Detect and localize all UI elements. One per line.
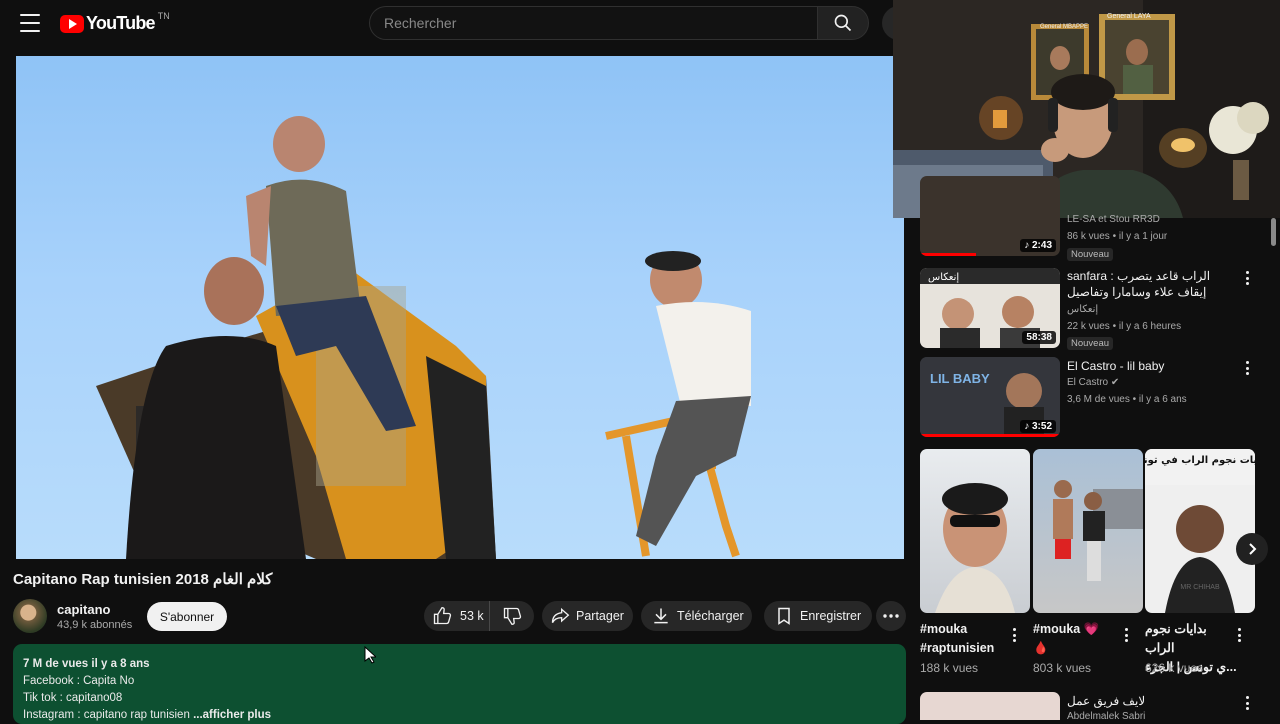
subscribe-button[interactable]: S'abonner: [147, 602, 227, 631]
sidebar-video-meta: 3,6 M de vues • il y a 6 ans: [1067, 394, 1187, 405]
short-options-button[interactable]: [1238, 628, 1242, 642]
short-thumbnail[interactable]: [1033, 449, 1143, 613]
sidebar-video-thumbnail[interactable]: [920, 692, 1060, 720]
sidebar-video-title[interactable]: El Castro - lil baby: [1067, 358, 1237, 374]
share-label: Partager: [576, 609, 624, 623]
new-badge: Nouveau: [1067, 248, 1114, 261]
save-label: Enregistrer: [800, 609, 862, 623]
short-image: [1053, 480, 1143, 581]
youtube-logo[interactable]: YouTube TN: [60, 11, 170, 34]
description-line: Facebook : Capita No: [23, 675, 135, 687]
svg-text:إنعكاس: إنعكاس: [928, 272, 959, 283]
description-box[interactable]: 7 M de vues il y a 8 ans Facebook : Capi…: [13, 644, 906, 724]
bookmark-icon: [778, 607, 790, 625]
video-frame: [96, 116, 751, 559]
svg-text:MR CHIHAB: MR CHIHAB: [1180, 584, 1220, 591]
frame-caption: General LAYA: [1107, 13, 1151, 20]
new-badge: Nouveau: [1067, 337, 1114, 350]
svg-text:بدايات نجوم الراب في تونس: بدايات نجوم الراب في تونس: [1145, 455, 1255, 466]
frame-caption: General MBAPPE: [1040, 24, 1088, 30]
video-title: Capitano Rap tunisien 2018 كلام الغام: [13, 571, 273, 588]
sidebar-video-channel[interactable]: Abdelmalek Sabri: [1067, 711, 1145, 722]
svg-text:LIL BABY: LIL BABY: [930, 371, 990, 386]
short-title[interactable]: #mouka #raptunisien: [920, 620, 1010, 658]
share-button[interactable]: Partager: [542, 601, 633, 631]
more-actions-button[interactable]: [876, 601, 906, 631]
verified-icon: ✔: [1110, 377, 1120, 388]
thumbs-down-icon: [503, 607, 522, 626]
show-more-link[interactable]: ...afficher plus: [193, 709, 271, 721]
duration-badge: ♪ 2:43: [1020, 239, 1056, 252]
youtube-play-icon: [60, 14, 84, 33]
download-icon: [654, 608, 668, 624]
search-button[interactable]: [817, 6, 869, 40]
sidebar-video-channel[interactable]: LE-SA et Stou RR3D: [1067, 214, 1160, 225]
short-views: 803 k vues: [1033, 661, 1092, 675]
sidebar-video-title[interactable]: لايف فريق عمل: [1067, 693, 1237, 709]
video-player[interactable]: [16, 56, 904, 559]
video-options-button[interactable]: [1246, 696, 1250, 710]
short-title[interactable]: #mouka 💗 🩸: [1033, 620, 1123, 658]
more-horizontal-icon: [883, 614, 899, 618]
short-thumbnail[interactable]: بدايات نجوم الراب في تونس MR CHIHAB: [1145, 449, 1255, 613]
channel-avatar[interactable]: [13, 599, 47, 633]
description-line: Tik tok : capitano08: [23, 692, 123, 704]
sidebar-scrollbar[interactable]: [1271, 218, 1276, 246]
view-count-date: 7 M de vues il y a 8 ans: [23, 658, 150, 670]
shorts-next-button[interactable]: [1236, 533, 1268, 565]
sidebar-video-channel[interactable]: El Castro ✔: [1067, 377, 1119, 388]
short-views: 188 k vues: [920, 661, 979, 675]
thumbs-up-icon: [433, 606, 452, 625]
short-thumbnail[interactable]: [920, 449, 1030, 613]
like-count: 53 k: [460, 609, 484, 623]
channel-name[interactable]: capitano: [57, 602, 110, 617]
menu-icon[interactable]: [20, 14, 40, 32]
search-input[interactable]: Rechercher: [369, 6, 817, 40]
description-line: Instagram : capitano rap tunisien: [23, 709, 190, 721]
chevron-right-icon: [1249, 543, 1257, 555]
sidebar-video-thumbnail[interactable]: ♪ 2:43: [920, 176, 1060, 256]
sidebar-video-channel[interactable]: إنعكاس: [1067, 304, 1098, 315]
sidebar-video-title[interactable]: sanfara : الراب قاعد يتصرب إيقاف علاء وس…: [1067, 268, 1237, 300]
short-image: بدايات نجوم الراب في تونس MR CHIHAB: [1145, 449, 1255, 613]
short-views: 626 k vues: [1145, 661, 1204, 675]
mouse-cursor-icon: [364, 646, 376, 664]
duration-badge: ♪ 3:52: [1020, 420, 1056, 433]
subscriber-count: 43,9 k abonnés: [57, 619, 133, 631]
like-button[interactable]: 53 k: [424, 601, 490, 631]
sidebar-video-meta: 22 k vues • il y a 6 heures: [1067, 321, 1182, 332]
watch-progress-bar: [920, 434, 1060, 437]
like-dislike-group: 53 k: [424, 601, 534, 631]
share-icon: [551, 607, 570, 623]
download-button[interactable]: Télécharger: [641, 601, 752, 631]
duration-badge: 58:38: [1022, 331, 1056, 344]
save-button[interactable]: Enregistrer: [764, 601, 872, 631]
download-label: Télécharger: [677, 609, 744, 623]
short-options-button[interactable]: [1125, 628, 1129, 642]
short-options-button[interactable]: [1013, 628, 1017, 642]
search-icon: [834, 14, 852, 32]
sidebar-video-meta: 86 k vues • il y a 1 jour: [1067, 231, 1168, 242]
watch-progress-bar: [920, 253, 976, 256]
dislike-button[interactable]: [490, 606, 534, 626]
sidebar-video-thumbnail[interactable]: إنعكاس 58:38: [920, 268, 1060, 348]
video-options-button[interactable]: [1246, 271, 1250, 285]
short-image: [935, 483, 1015, 613]
video-options-button[interactable]: [1246, 361, 1250, 375]
sidebar-video-thumbnail[interactable]: LIL BABY ♪ 3:52: [920, 357, 1060, 437]
